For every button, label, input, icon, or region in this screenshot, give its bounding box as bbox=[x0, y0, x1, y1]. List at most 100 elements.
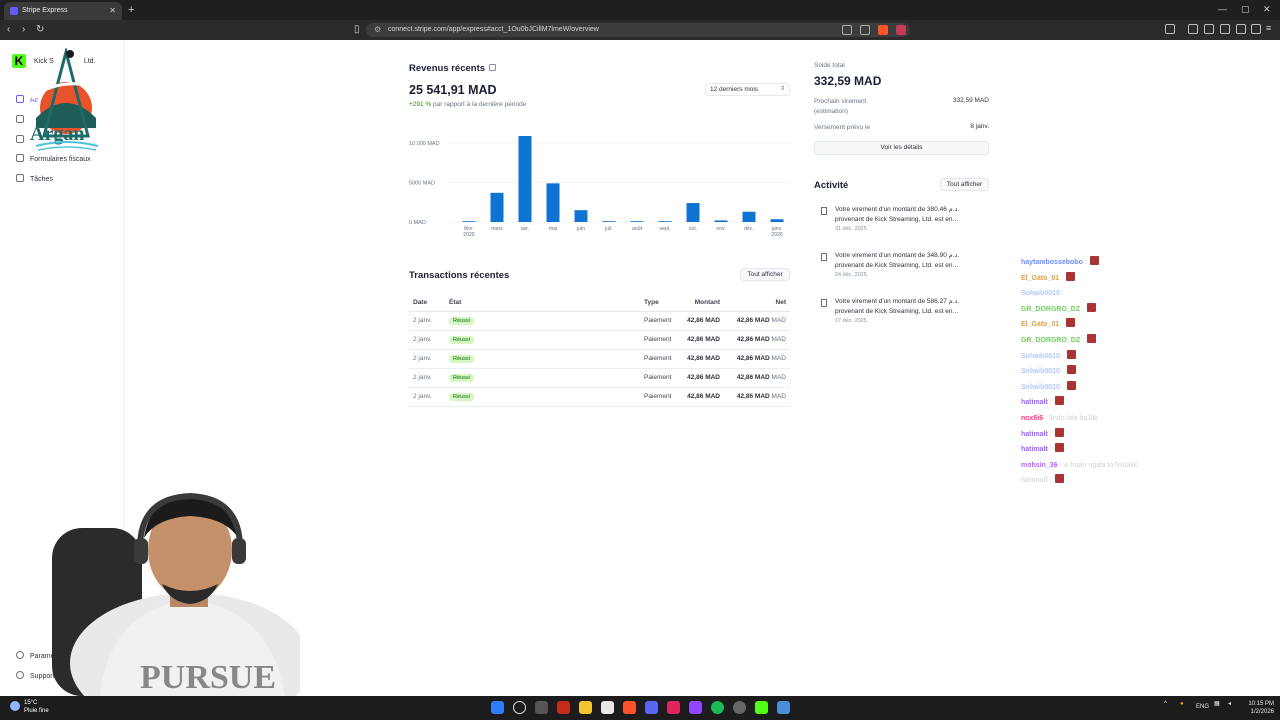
windows-start-icon[interactable] bbox=[491, 701, 504, 714]
table-header-row: Date État Type Montant Net bbox=[409, 295, 790, 312]
forward-icon[interactable]: › bbox=[22, 23, 25, 37]
brave-shield-icon[interactable] bbox=[878, 25, 888, 35]
chart-bar[interactable] bbox=[490, 192, 504, 222]
back-icon[interactable]: ‹ bbox=[7, 23, 10, 37]
bookmark-icon[interactable]: ▯ bbox=[354, 23, 360, 37]
app-icon[interactable] bbox=[557, 701, 570, 714]
wallet-icon[interactable] bbox=[1220, 24, 1230, 34]
col-net[interactable]: Net bbox=[724, 295, 790, 312]
activity-see-all-button[interactable]: Tout afficher bbox=[940, 178, 989, 191]
col-amount[interactable]: Montant bbox=[680, 295, 724, 312]
cell-status: Réussi bbox=[445, 349, 640, 369]
col-type[interactable]: Type bbox=[640, 295, 680, 312]
chart-bar[interactable] bbox=[658, 221, 672, 222]
reload-icon[interactable]: ↻ bbox=[36, 23, 44, 37]
list-icon bbox=[16, 115, 24, 123]
document-icon bbox=[821, 299, 827, 307]
brave-browser-icon[interactable] bbox=[623, 701, 636, 714]
cell-date: 2 janv. bbox=[409, 349, 445, 369]
revenue-bar-chart: 10 000 MAD5000 MAD0 MADfévr.2025mars avr.… bbox=[409, 136, 791, 238]
language-indicator[interactable]: ENG bbox=[1196, 703, 1209, 711]
sidebar-item-tax-forms[interactable]: Formulaires fiscaux bbox=[16, 154, 91, 165]
sidebar-item-tasks[interactable]: Tâches bbox=[16, 174, 53, 185]
microphone-icon[interactable]: ● bbox=[1180, 700, 1184, 708]
view-details-button[interactable]: Voir les détails bbox=[814, 141, 989, 155]
chat-emote-icon bbox=[1054, 396, 1064, 406]
task-view-icon[interactable] bbox=[535, 701, 548, 714]
app-icon[interactable] bbox=[733, 701, 746, 714]
new-tab-button[interactable]: + bbox=[128, 2, 134, 18]
expected-payout-value: 8 janv. bbox=[970, 123, 989, 130]
chart-bar[interactable] bbox=[770, 219, 784, 222]
chart-bar[interactable] bbox=[574, 210, 588, 222]
sidebar-toggle-icon[interactable] bbox=[1165, 24, 1175, 34]
chat-message: Sohaib0010 : bbox=[1021, 364, 1201, 380]
network-icon[interactable]: ▦ bbox=[1214, 700, 1220, 708]
weather-widget[interactable]: 15°C Pluie fine bbox=[10, 699, 49, 715]
menu-icon[interactable]: ≡ bbox=[1266, 24, 1276, 34]
document-icon bbox=[821, 207, 827, 215]
vpn-icon[interactable] bbox=[1251, 24, 1261, 34]
close-window-icon[interactable]: ✕ bbox=[1263, 2, 1271, 16]
maximize-icon[interactable]: ▢ bbox=[1241, 2, 1250, 16]
extensions-icon[interactable] bbox=[1236, 24, 1246, 34]
brave-rewards-icon[interactable] bbox=[896, 25, 906, 35]
x-tick-label: nov. bbox=[716, 226, 725, 232]
table-row[interactable]: 2 janv. Réussi Paiement 42,86 MAD 42,86 MAD … bbox=[409, 349, 790, 369]
chat-username: Sohaib0010 bbox=[1021, 290, 1060, 298]
col-date[interactable]: Date bbox=[409, 295, 445, 312]
app-icon[interactable] bbox=[667, 701, 680, 714]
x-tick-label: sept. bbox=[659, 226, 670, 232]
browser-tab[interactable]: Stripe Express ✕ bbox=[4, 2, 122, 20]
chart-bar[interactable] bbox=[742, 211, 756, 222]
cell-net: 42,86 MAD MAD bbox=[724, 311, 790, 331]
chat-text: : bbox=[1059, 368, 1064, 376]
chart-bar[interactable] bbox=[462, 221, 476, 222]
clock[interactable]: 10:15 PM 1/2/2026 bbox=[1244, 700, 1274, 716]
chat-text: : bbox=[1047, 430, 1052, 438]
y-tick-label: 0 MAD bbox=[409, 220, 426, 226]
split-view-icon[interactable] bbox=[1204, 24, 1214, 34]
minimize-icon[interactable]: — bbox=[1218, 2, 1227, 16]
close-tab-icon[interactable]: ✕ bbox=[109, 2, 116, 20]
media-icon[interactable] bbox=[1188, 24, 1198, 34]
twitch-icon[interactable] bbox=[689, 701, 702, 714]
site-info-icon[interactable]: ⚙ bbox=[374, 23, 381, 37]
chat-message: hatimalt : bbox=[1021, 442, 1201, 458]
transactions-see-all-button[interactable]: Tout afficher bbox=[740, 268, 790, 281]
chat-text: : bbox=[1047, 477, 1052, 485]
search-icon[interactable] bbox=[513, 701, 526, 714]
chart-bar[interactable] bbox=[630, 221, 644, 222]
col-status[interactable]: État bbox=[445, 295, 640, 312]
balance-amount: 332,59 MAD bbox=[814, 74, 882, 88]
translate-icon[interactable] bbox=[842, 25, 852, 35]
table-row[interactable]: 2 janv. Réussi Paiement 42,86 MAD 42,86 MAD … bbox=[409, 368, 790, 388]
cell-type: Paiement bbox=[640, 368, 680, 388]
chart-bar[interactable] bbox=[518, 136, 532, 222]
table-row[interactable]: 2 janv. Réussi Paiement 42,86 MAD 42,86 MAD … bbox=[409, 311, 790, 331]
chart-bar[interactable] bbox=[546, 183, 560, 222]
volume-icon[interactable]: ◂ bbox=[1228, 700, 1231, 708]
period-select[interactable]: 12 derniers mois ⇕ bbox=[705, 83, 790, 96]
tray-chevron-icon[interactable]: ^ bbox=[1164, 700, 1167, 708]
info-icon[interactable] bbox=[489, 64, 497, 71]
cell-status: Réussi bbox=[445, 330, 640, 350]
store-icon[interactable] bbox=[601, 701, 614, 714]
chart-bar[interactable] bbox=[602, 221, 616, 222]
spotify-icon[interactable] bbox=[711, 701, 724, 714]
address-bar[interactable]: ⚙ connect.stripe.com/app/express#acct_1O… bbox=[366, 23, 910, 37]
table-row[interactable]: 2 janv. Réussi Paiement 42,86 MAD 42,86 MAD … bbox=[409, 330, 790, 350]
file-explorer-icon[interactable] bbox=[579, 701, 592, 714]
chat-emote-icon bbox=[1066, 365, 1076, 375]
table-row[interactable]: 2 janv. Réussi Paiement 42,86 MAD 42,86 MAD … bbox=[409, 387, 790, 407]
discord-icon[interactable] bbox=[645, 701, 658, 714]
taskbar: 15°C Pluie fine ^ ● ENG ▦ ◂ 10:15 PM 1/2/2… bbox=[0, 696, 1280, 720]
cell-date: 2 janv. bbox=[409, 330, 445, 350]
calculator-icon[interactable] bbox=[777, 701, 790, 714]
share-icon[interactable] bbox=[860, 25, 870, 35]
kick-icon[interactable] bbox=[755, 701, 768, 714]
chart-bar[interactable] bbox=[714, 220, 728, 222]
chart-bar[interactable] bbox=[686, 203, 700, 222]
chat-username: hatimalt bbox=[1021, 399, 1048, 407]
chat-username: hatimalt bbox=[1021, 477, 1048, 485]
